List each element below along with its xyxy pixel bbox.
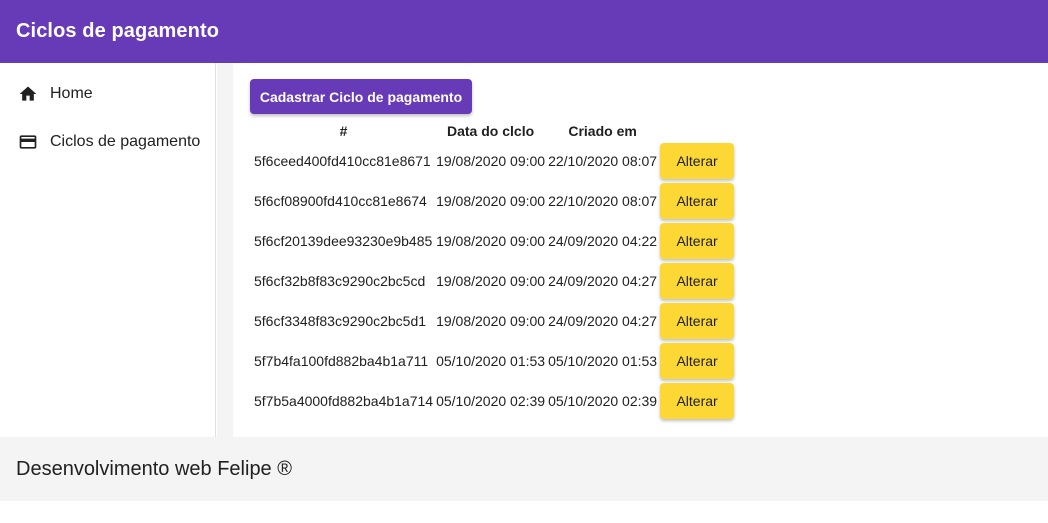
table-row: 5f6cf32b8f83c9290c2bc5cd 19/08/2020 09:0… <box>254 263 735 299</box>
cycle-date-cell: 19/08/2020 09:00 <box>436 273 546 289</box>
actions-cell: Alterar <box>660 143 735 179</box>
actions-cell: Alterar <box>660 383 735 419</box>
table-row: 5f7b5a4000fd882ba4b1a714 05/10/2020 02:3… <box>254 383 735 419</box>
created-at-cell: 24/09/2020 04:27 <box>548 313 658 329</box>
actions-cell: Alterar <box>660 343 735 379</box>
credit-card-icon <box>16 130 40 154</box>
cycle-id-cell: 5f6cf32b8f83c9290c2bc5cd <box>254 273 426 289</box>
alterar-button[interactable]: Alterar <box>660 343 735 379</box>
sidebar-item-label: Home <box>50 85 93 102</box>
cycle-id-cell: 5f7b4fa100fd882ba4b1a711 <box>254 353 429 369</box>
created-at-cell: 24/09/2020 04:22 <box>548 233 658 249</box>
sidebar-item-ciclos-de-pagamento[interactable]: Ciclos de pagamento <box>16 130 200 154</box>
cycle-id-cell: 5f7b5a4000fd882ba4b1a714 <box>254 393 434 409</box>
table-row: 5f6cf3348f83c9290c2bc5d1 19/08/2020 09:0… <box>254 303 735 339</box>
actions-cell: Alterar <box>660 183 735 219</box>
actions-cell: Alterar <box>660 223 735 259</box>
app-header: Ciclos de pagamento <box>0 0 1048 63</box>
cycle-id-cell: 5f6cf08900fd410cc81e8674 <box>254 193 427 209</box>
cycle-date-cell: 19/08/2020 09:00 <box>436 153 546 169</box>
alterar-button[interactable]: Alterar <box>660 303 735 339</box>
alterar-button[interactable]: Alterar <box>660 183 735 219</box>
table-header-row: # Data do clclo Criado em <box>254 123 734 139</box>
created-at-cell: 22/10/2020 08:07 <box>548 193 658 209</box>
column-header-actions <box>660 123 734 139</box>
cycle-id-cell: 5f6cf20139dee93230e9b485 <box>254 233 433 249</box>
column-header-created: Criado em <box>568 123 637 139</box>
footer-text: Desenvolvimento web Felipe ® <box>16 457 292 480</box>
cycle-id-cell: 5f6cf3348f83c9290c2bc5d1 <box>254 313 427 329</box>
cycle-date-cell: 05/10/2020 02:39 <box>436 393 546 409</box>
content-gutter <box>217 63 233 437</box>
table-row: 5f6cf08900fd410cc81e8674 19/08/2020 09:0… <box>254 183 735 219</box>
cycle-date-cell: 19/08/2020 09:00 <box>436 193 546 209</box>
column-header-id: # <box>339 123 348 139</box>
alterar-button[interactable]: Alterar <box>660 223 735 259</box>
created-at-cell: 05/10/2020 02:39 <box>548 393 658 409</box>
created-at-cell: 24/09/2020 04:27 <box>548 273 658 289</box>
cycle-id-cell: 5f6ceed400fd410cc81e8671 <box>254 153 431 169</box>
sidebar-item-home[interactable]: Home <box>16 82 93 106</box>
alterar-button[interactable]: Alterar <box>660 383 735 419</box>
cycle-date-cell: 19/08/2020 09:00 <box>436 313 546 329</box>
sidebar: Home Ciclos de pagamento <box>0 63 216 437</box>
home-icon <box>16 82 40 106</box>
table-row: 5f6ceed400fd410cc81e8671 19/08/2020 09:0… <box>254 143 735 179</box>
app-title: Ciclos de pagamento <box>16 20 220 42</box>
cycle-date-cell: 19/08/2020 09:00 <box>436 233 546 249</box>
column-header-date: Data do clclo <box>447 123 535 139</box>
table-row: 5f6cf20139dee93230e9b485 19/08/2020 09:0… <box>254 223 735 259</box>
table-row: 5f7b4fa100fd882ba4b1a711 05/10/2020 01:5… <box>254 343 735 379</box>
cycle-date-cell: 05/10/2020 01:53 <box>436 353 546 369</box>
alterar-button[interactable]: Alterar <box>660 263 735 299</box>
created-at-cell: 22/10/2020 08:07 <box>548 153 658 169</box>
created-at-cell: 05/10/2020 01:53 <box>548 353 658 369</box>
sidebar-item-label: Ciclos de pagamento <box>50 133 201 150</box>
alterar-button[interactable]: Alterar <box>660 143 735 179</box>
actions-cell: Alterar <box>660 263 735 299</box>
actions-cell: Alterar <box>660 303 735 339</box>
payment-cycles-table: # Data do clclo Criado em 5f6ceed400fd41… <box>251 119 737 423</box>
main-content: Cadastrar Ciclo de pagamento # Data do c… <box>233 63 1048 437</box>
cadastrar-ciclo-button[interactable]: Cadastrar Ciclo de pagamento <box>250 79 472 114</box>
app-footer: Desenvolvimento web Felipe ® <box>0 437 1048 501</box>
